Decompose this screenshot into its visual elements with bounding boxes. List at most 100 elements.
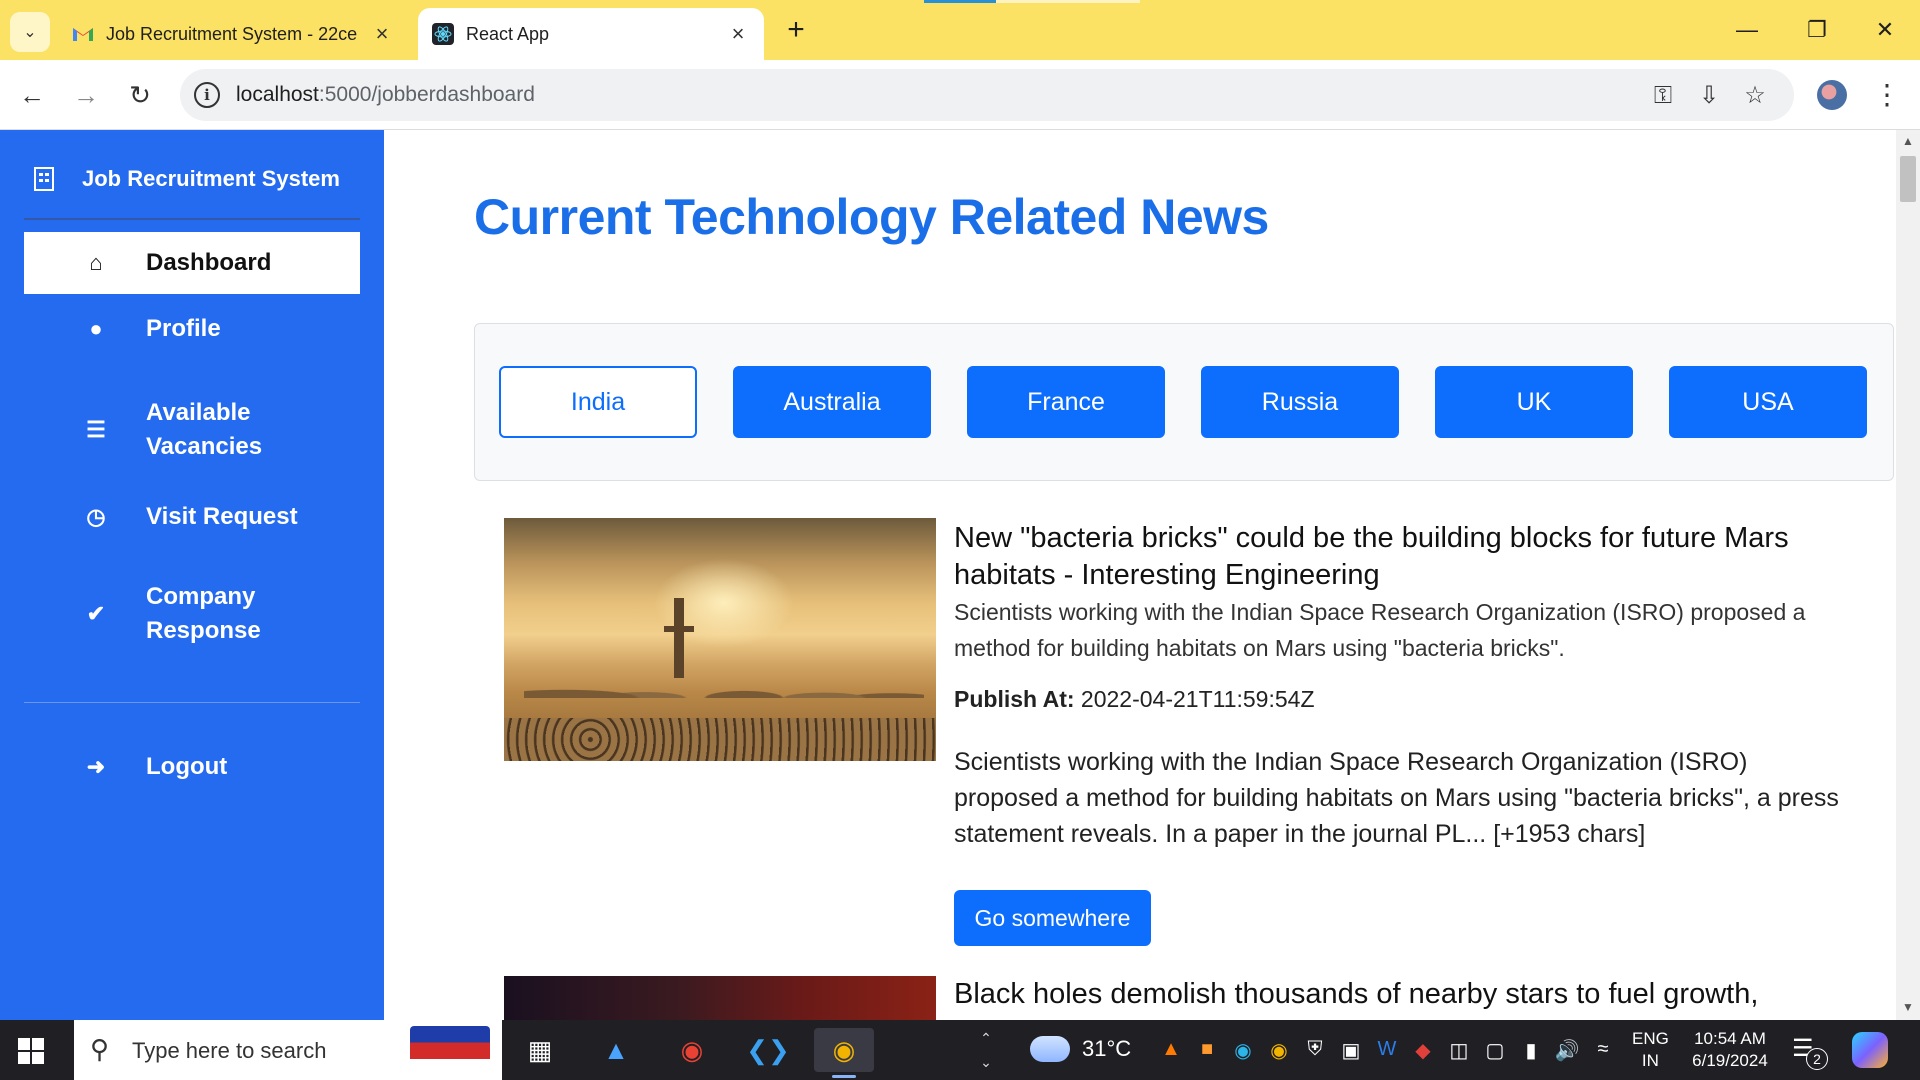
minimize-button[interactable]: —: [1722, 10, 1772, 50]
vscode-icon[interactable]: ❮❯: [738, 1028, 798, 1072]
speaker-icon[interactable]: 🔊: [1554, 1038, 1580, 1063]
address-bar[interactable]: i localhost:5000/jobberdashboard ⚿ ⇩ ☆: [180, 69, 1794, 121]
sidebar-item-available-vacancies[interactable]: ☰ Available Vacancies: [24, 396, 324, 464]
meet-icon[interactable]: ◫: [1446, 1038, 1472, 1063]
scrollbar-thumb[interactable]: [1900, 156, 1916, 202]
tab-search-button[interactable]: ⌄: [10, 12, 50, 52]
sidebar-item-visit-request[interactable]: ◷ Visit Request: [24, 500, 360, 534]
clock-icon: ◷: [86, 504, 106, 529]
chrome-tray-icon[interactable]: ◉: [1266, 1038, 1292, 1063]
go-somewhere-button[interactable]: Go somewhere: [954, 890, 1151, 946]
window-close-button[interactable]: ✕: [1860, 10, 1910, 50]
country-button-usa[interactable]: USA: [1669, 366, 1867, 438]
building-icon: [34, 167, 54, 191]
new-tab-button[interactable]: +: [780, 14, 812, 46]
back-arrow-icon[interactable]: ←: [14, 77, 50, 113]
tab-strip-accent: [996, 0, 1140, 3]
home-icon: ⌂: [89, 250, 103, 275]
country-button-russia[interactable]: Russia: [1201, 366, 1399, 438]
w-app-icon[interactable]: W: [1374, 1038, 1400, 1063]
windows-start-icon[interactable]: [18, 1038, 44, 1064]
news-content: Scientists working with the Indian Space…: [954, 748, 1839, 848]
temperature: 31°C: [1082, 1036, 1132, 1061]
url-text[interactable]: localhost:5000/jobberdashboard: [236, 83, 535, 107]
main-content: Current Technology Related News India Au…: [384, 130, 1896, 1020]
sidebar-item-logout[interactable]: ➜ Logout: [24, 750, 360, 784]
sidebar-item-profile[interactable]: ● Profile: [24, 306, 360, 352]
sidebar-item-label: Profile: [146, 315, 221, 342]
install-app-icon[interactable]: ⇩: [1694, 81, 1724, 111]
monitor-icon[interactable]: ▣: [1338, 1038, 1364, 1063]
windows-taskbar: ⚲ Type here to search ▦ ▲ ◉ ❮❯ ◉ ⌃ ⌄ 31°C…: [0, 1020, 1920, 1080]
sign-out-icon: ➜: [86, 754, 106, 779]
react-icon: [432, 23, 454, 45]
reload-icon[interactable]: ↻: [122, 77, 158, 113]
country-button-australia[interactable]: Australia: [733, 366, 931, 438]
key-icon[interactable]: ⚿: [1648, 81, 1678, 111]
vlc-icon[interactable]: ▲: [1158, 1038, 1184, 1063]
chrome-icon[interactable]: ◉: [814, 1028, 874, 1078]
sidebar-divider: [24, 702, 360, 703]
clock[interactable]: 10:54 AM 6/19/2024: [1680, 1028, 1780, 1072]
sidebar-item-label: Visit Request: [146, 503, 298, 530]
country-button-uk[interactable]: UK: [1435, 366, 1633, 438]
sidebar-item-label: Available Vacancies: [146, 399, 263, 460]
user-icon: ●: [89, 316, 103, 341]
taskbar-search[interactable]: ⚲ Type here to search: [74, 1020, 502, 1080]
weather-widget[interactable]: 31°C: [1030, 1036, 1131, 1062]
site-info-icon[interactable]: i: [194, 82, 220, 108]
language-indicator[interactable]: ENG IN: [1632, 1028, 1669, 1072]
photos-app-icon[interactable]: ▲: [586, 1028, 646, 1072]
chevron-up-icon[interactable]: ⌃ ⌄: [976, 1026, 996, 1074]
taskbar-search-placeholder: Type here to search: [132, 1038, 327, 1063]
notification-icon[interactable]: ☰ 2: [1792, 1034, 1828, 1070]
publish-date: Publish At: 2022-04-21T11:59:54Z: [954, 686, 1315, 712]
star-icon[interactable]: ☆: [1740, 81, 1770, 111]
gmail-icon: [72, 23, 94, 45]
close-icon[interactable]: ×: [370, 22, 394, 46]
browser-toolbar: ← → ↻ i localhost:5000/jobberdashboard ⚿…: [0, 60, 1920, 130]
sidebar-item-dashboard[interactable]: ⌂ Dashboard: [24, 232, 360, 294]
browser-tab-react-app[interactable]: React App ×: [418, 8, 764, 60]
forward-arrow-icon[interactable]: →: [68, 77, 104, 113]
sidebar-item-company-response[interactable]: ✔ Company Response: [24, 580, 360, 648]
close-icon[interactable]: ×: [726, 22, 750, 46]
app-tray-icon[interactable]: ■: [1194, 1038, 1220, 1063]
kebab-menu-icon[interactable]: ⋮: [1872, 77, 1902, 113]
check-icon: ✔: [86, 601, 106, 626]
news-title: Black holes demolish thousands of nearby…: [954, 978, 1759, 1010]
news-image: [504, 518, 936, 761]
country-button-india[interactable]: India: [499, 366, 697, 438]
page-title: Current Technology Related News: [474, 189, 1269, 245]
sidebar-item-label: Dashboard: [146, 249, 272, 276]
sidebar: Job Recruitment System ⌂ Dashboard ● Pro…: [0, 130, 384, 1020]
scroll-up-arrow[interactable]: ▲: [1896, 134, 1920, 152]
edge-icon[interactable]: ◉: [1230, 1038, 1256, 1063]
scrollbar[interactable]: [1896, 130, 1920, 1020]
system-tray: ▲ ■ ◉ ◉ ⛨ ▣ W ◆ ◫ ▢ ▮ 🔊 ≈: [1158, 1038, 1616, 1063]
browser-tab-gmail[interactable]: Job Recruitment System - 22ce ×: [58, 8, 408, 60]
cloud-icon: [1030, 1036, 1070, 1062]
brand: Job Recruitment System: [34, 166, 340, 192]
chevron-down-icon: ⌄: [23, 24, 37, 41]
display-icon[interactable]: ▢: [1482, 1038, 1508, 1063]
sidebar-item-label: Company Response: [146, 583, 261, 644]
profile-avatar[interactable]: [1817, 80, 1847, 110]
country-filter-card: India Australia France Russia UK USA: [474, 323, 1894, 481]
brand-title: Job Recruitment System: [82, 166, 340, 191]
tab-strip-accent: [924, 0, 996, 3]
shield-icon[interactable]: ⛨: [1302, 1038, 1328, 1063]
notification-badge: 2: [1806, 1048, 1828, 1070]
anydesk-icon[interactable]: ◆: [1410, 1038, 1436, 1063]
browser-tab-strip: ⌄ Job Recruitment System - 22ce × React …: [0, 0, 1920, 60]
restore-button[interactable]: ❐: [1792, 10, 1842, 50]
battery-icon[interactable]: ▮: [1518, 1038, 1544, 1063]
sidebar-divider: [24, 218, 360, 220]
country-button-france[interactable]: France: [967, 366, 1165, 438]
news-image: [504, 976, 936, 1020]
copilot-icon[interactable]: [1852, 1032, 1888, 1068]
chrome-profile-b-icon[interactable]: ◉: [662, 1028, 722, 1072]
scroll-down-arrow[interactable]: ▼: [1896, 1000, 1920, 1018]
wifi-icon[interactable]: ≈: [1590, 1038, 1616, 1063]
task-view-icon[interactable]: ▦: [510, 1028, 570, 1072]
